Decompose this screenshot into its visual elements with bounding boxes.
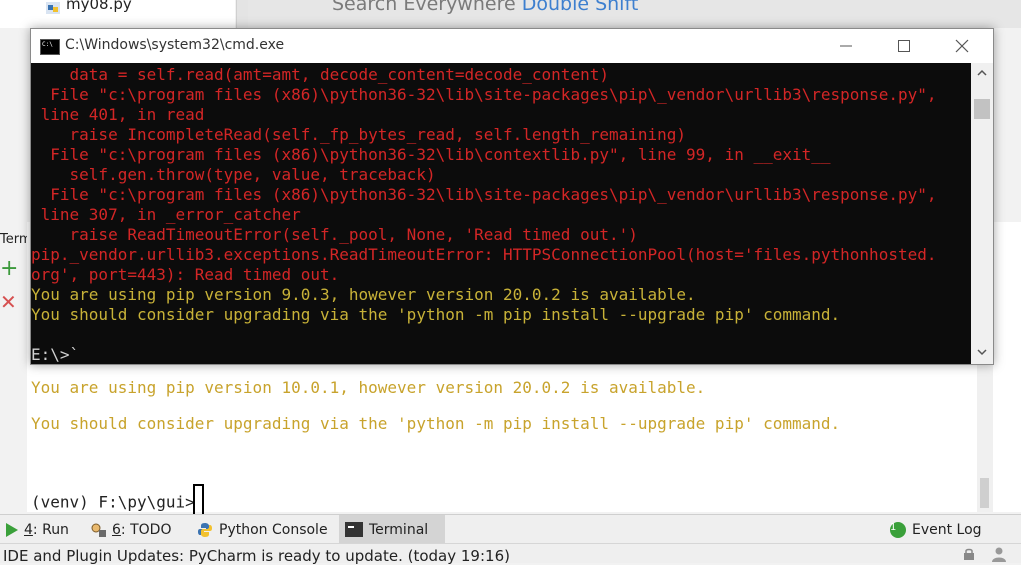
status-message[interactable]: IDE and Plugin Updates: PyCharm is ready… xyxy=(3,547,510,565)
cmd-title-bar[interactable]: C:\Windows\system32\cmd.exe xyxy=(31,29,993,63)
console-line: pip._vendor.urllib3.exceptions.ReadTimeo… xyxy=(31,245,937,264)
console-line: org', port=443): Read timed out. xyxy=(31,265,340,284)
python-icon xyxy=(198,522,212,537)
console-line: self.gen.throw(type, value, traceback) xyxy=(31,165,436,184)
cmd-console[interactable]: data = self.read(amt=amt, decode_content… xyxy=(31,63,971,364)
console-line: data = self.read(amt=amt, decode_content… xyxy=(31,65,609,84)
close-icon xyxy=(955,39,969,53)
console-line: File "c:\program files (x86)\python36-32… xyxy=(31,145,831,164)
console-line: line 307, in _error_catcher xyxy=(31,205,301,224)
project-file-name[interactable]: my08.py xyxy=(66,0,132,13)
close-session-icon[interactable]: ✕ xyxy=(0,292,17,312)
lock-icon[interactable] xyxy=(963,548,975,560)
run-icon xyxy=(6,522,18,537)
console-prompt[interactable]: E:\>` xyxy=(31,345,79,364)
terminal-line: You should consider upgrading via the 'p… xyxy=(31,414,841,433)
tool-window-bar: 4: Run 6: TODO Python Console Terminal 1… xyxy=(0,514,1021,544)
console-line: raise ReadTimeoutError(self._pool, None,… xyxy=(31,225,638,244)
terminal-scroll-thumb[interactable] xyxy=(980,478,989,508)
console-line: File "c:\program files (x86)\python36-32… xyxy=(31,85,937,104)
run-label: : Run xyxy=(32,521,69,538)
terminal-icon xyxy=(345,522,363,537)
terminal-line: You are using pip version 10.0.1, howeve… xyxy=(31,378,706,397)
python-file-icon xyxy=(46,2,60,14)
maximize-icon xyxy=(898,40,910,52)
console-line: You are using pip version 9.0.3, however… xyxy=(31,285,696,304)
console-line: raise IncompleteRead(self._fp_bytes_read… xyxy=(31,125,687,144)
event-log-button[interactable]: 1 Event Log xyxy=(884,515,988,544)
search-everywhere-hint: Search Everywhere Double Shift xyxy=(332,0,638,15)
console-line: File "c:\program files (x86)\python36-32… xyxy=(31,185,937,204)
close-button[interactable] xyxy=(933,29,991,63)
run-key: 4 xyxy=(24,521,33,538)
right-gutter xyxy=(993,222,1021,512)
terminal-prompt-text: (venv) F:\py\gui> xyxy=(31,492,195,512)
status-bar: IDE and Plugin Updates: PyCharm is ready… xyxy=(0,543,1021,565)
cmd-scroll-thumb[interactable] xyxy=(974,99,990,119)
console-line: You should consider upgrading via the 'p… xyxy=(31,305,841,324)
python-console-button[interactable]: Python Console xyxy=(191,515,334,544)
cmd-app-icon[interactable] xyxy=(40,39,60,55)
new-session-icon[interactable]: + xyxy=(0,258,18,280)
todo-icon xyxy=(91,523,106,537)
console-line: line 401, in read xyxy=(31,105,205,124)
project-tree-fragment: my08.py xyxy=(0,0,235,28)
todo-label: : TODO xyxy=(120,521,172,538)
user-icon[interactable] xyxy=(992,547,1006,562)
python-console-label: Python Console xyxy=(219,521,328,538)
event-log-label: Event Log xyxy=(912,521,982,538)
cmd-window[interactable]: C:\Windows\system32\cmd.exe data = self.… xyxy=(30,28,994,365)
cmd-window-title: C:\Windows\system32\cmd.exe xyxy=(65,37,285,53)
maximize-button[interactable] xyxy=(875,29,933,63)
minimize-icon xyxy=(840,45,852,47)
minimize-button[interactable] xyxy=(817,29,875,63)
run-tool-button[interactable]: 4: Run xyxy=(0,515,75,544)
terminal-button-label: Terminal xyxy=(369,521,429,538)
search-hint-text: Search Everywhere xyxy=(332,0,516,15)
event-log-badge: 1 xyxy=(890,521,906,538)
terminal-cursor xyxy=(192,484,204,518)
scroll-up-icon[interactable] xyxy=(976,67,988,79)
todo-tool-button[interactable]: 6: TODO xyxy=(84,515,177,544)
cmd-scrollbar[interactable] xyxy=(971,63,993,364)
scroll-down-icon[interactable] xyxy=(976,346,988,358)
search-hint-shortcut: Double Shift xyxy=(521,0,639,15)
terminal-tool-button[interactable]: Terminal xyxy=(339,515,445,544)
todo-key: 6 xyxy=(112,521,121,538)
